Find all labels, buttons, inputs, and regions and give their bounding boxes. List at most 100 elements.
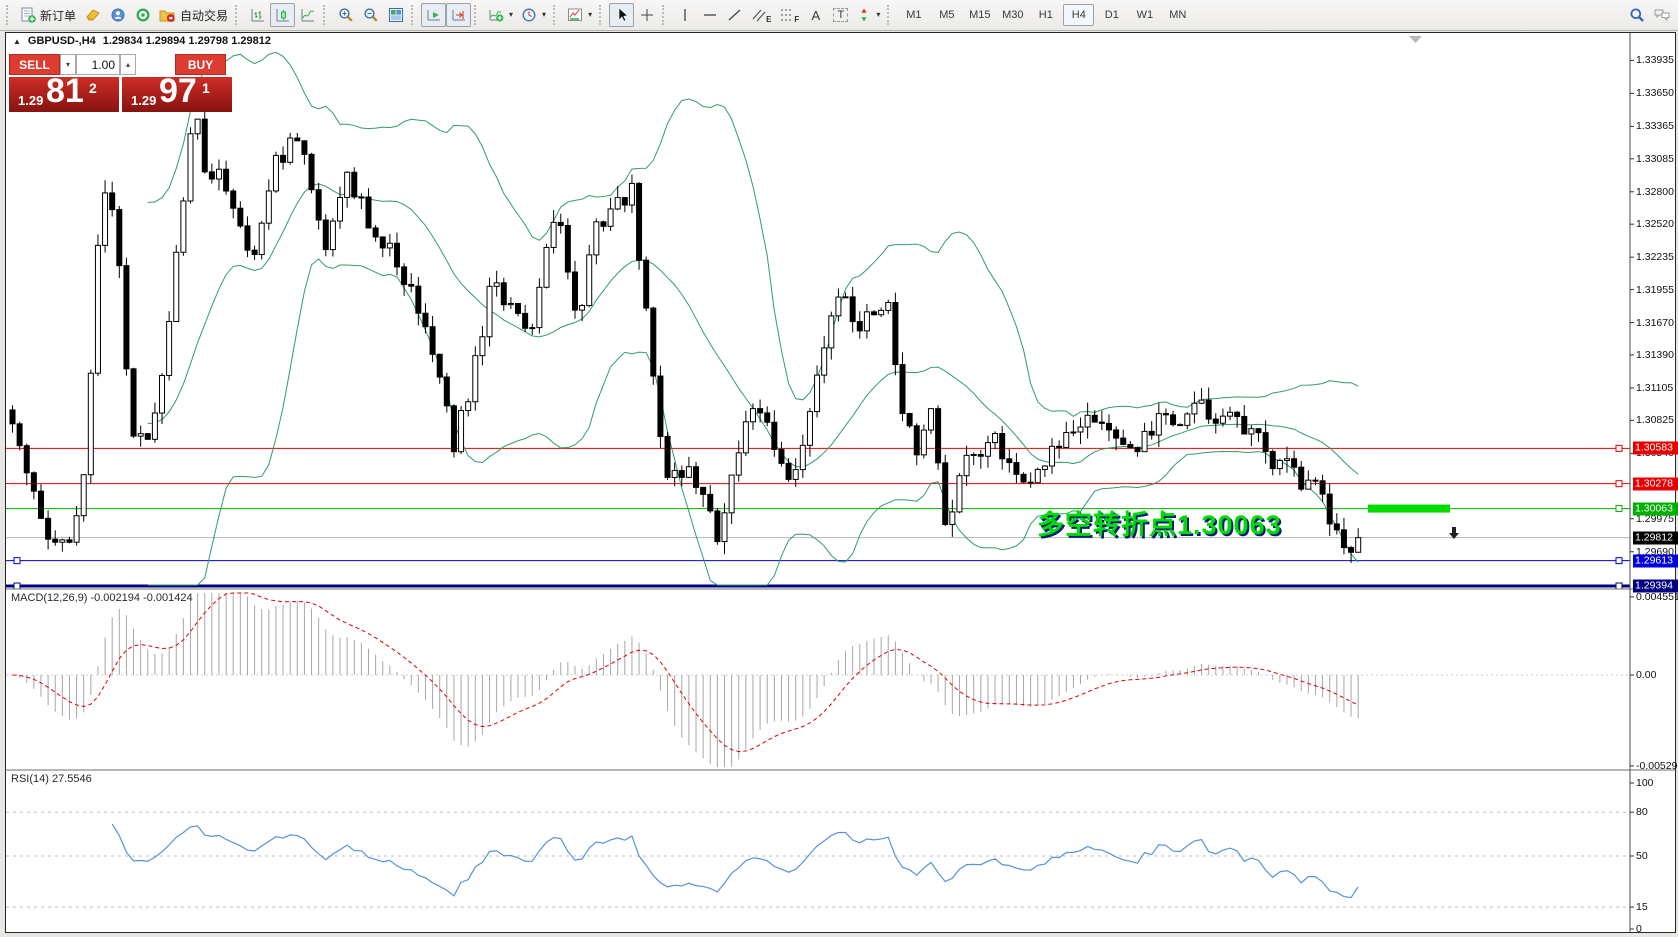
auto-scroll-icon xyxy=(426,7,442,23)
text-tool-button[interactable]: A xyxy=(803,3,828,27)
ohlc-values: 1.29834 1.29894 1.29798 1.29812 xyxy=(103,35,271,47)
line-chart-button[interactable] xyxy=(295,3,320,27)
horizontal-line-tool-button[interactable] xyxy=(697,3,722,27)
price-axis-tick: 1.31955 xyxy=(1636,284,1678,296)
periods-button[interactable]: ▾ xyxy=(517,3,550,27)
timeframe-M30[interactable]: M30 xyxy=(997,4,1028,26)
new-order-icon xyxy=(20,7,36,23)
label-tool-button[interactable]: T xyxy=(828,3,853,27)
toolbar-grip xyxy=(553,5,559,25)
buy-price-main: 97 xyxy=(159,77,197,111)
timeframe-M15[interactable]: M15 xyxy=(964,4,995,26)
price-axis-tick: 1.31670 xyxy=(1636,317,1678,329)
price-axis-tick: 1.32520 xyxy=(1636,218,1678,230)
price-axis-tag: 1.30278 xyxy=(1633,477,1678,490)
bar-chart-icon xyxy=(250,7,266,23)
rsi-indicator-label: RSI(14) 27.5546 xyxy=(11,773,92,785)
navigator-button[interactable] xyxy=(105,3,130,27)
timeframe-W1[interactable]: W1 xyxy=(1129,4,1160,26)
autotrading-icon xyxy=(159,7,176,23)
toolbar-grip xyxy=(474,5,480,25)
price-axis-tick: 0.00 xyxy=(1636,669,1678,681)
search-button[interactable] xyxy=(1624,3,1649,27)
volume-increase-button[interactable]: ▴ xyxy=(120,54,136,75)
tile-windows-button[interactable] xyxy=(383,3,408,27)
toolbar-grip xyxy=(411,5,417,25)
buy-button[interactable]: BUY xyxy=(175,54,226,75)
vertical-line-tool-button[interactable] xyxy=(672,3,697,27)
new-order-label: 新订单 xyxy=(40,7,76,24)
price-axis-tick: 1.33365 xyxy=(1636,120,1678,132)
sell-price-pip: 2 xyxy=(89,80,97,96)
search-icon xyxy=(1629,7,1645,23)
dropdown-caret-icon: ▾ xyxy=(588,11,592,19)
auto-scroll-button[interactable] xyxy=(421,3,446,27)
indicators-button[interactable]: ▾ xyxy=(484,3,517,27)
candlestick-chart-icon xyxy=(275,7,291,23)
channel-tool-button[interactable]: E xyxy=(747,3,775,27)
signals-button[interactable] xyxy=(130,3,155,27)
sell-price-main: 81 xyxy=(46,77,84,111)
collapse-chart-icon[interactable]: ▲ xyxy=(13,37,21,46)
timeframe-M1[interactable]: M1 xyxy=(898,4,929,26)
chart-shift-button[interactable] xyxy=(446,3,471,27)
fibonacci-subscript: F xyxy=(794,16,799,26)
zoom-out-button[interactable] xyxy=(358,3,383,27)
autotrading-label: 自动交易 xyxy=(180,7,228,24)
zoom-in-button[interactable] xyxy=(333,3,358,27)
sell-button[interactable]: SELL xyxy=(9,54,60,75)
price-axis-tick: 15 xyxy=(1636,901,1678,913)
buy-price-prefix: 1.29 xyxy=(131,93,156,108)
templates-button[interactable]: ▾ xyxy=(563,3,596,27)
buy-price-display[interactable]: 1.29 97 1 xyxy=(122,77,232,112)
price-axis-tag: 1.30583 xyxy=(1633,442,1678,455)
fibonacci-tool-button[interactable]: F xyxy=(775,3,803,27)
macd-indicator-label: MACD(12,26,9) -0.002194 -0.001424 xyxy=(11,592,193,604)
crosshair-tool-button[interactable] xyxy=(634,3,659,27)
clock-icon xyxy=(521,7,537,23)
chat-icon xyxy=(1653,7,1671,23)
new-order-button[interactable]: 新订单 xyxy=(16,3,80,27)
volume-input[interactable] xyxy=(76,54,120,75)
cursor-icon xyxy=(614,7,630,23)
trendline-icon xyxy=(727,7,743,23)
cursor-tool-button[interactable] xyxy=(609,3,634,27)
arrows-icon xyxy=(857,7,871,23)
price-axis-tag: 1.29812 xyxy=(1633,531,1678,544)
arrows-tool-button[interactable]: ▾ xyxy=(853,3,884,27)
price-axis-tag: 1.30063 xyxy=(1633,502,1678,515)
timeframe-H1[interactable]: H1 xyxy=(1030,4,1061,26)
chat-button[interactable] xyxy=(1649,3,1675,27)
metaeditor-icon xyxy=(85,7,101,23)
buy-price-pip: 1 xyxy=(202,80,210,96)
price-axis-tick: 1.31105 xyxy=(1636,382,1678,394)
zoom-in-icon xyxy=(338,7,354,23)
zoom-out-icon xyxy=(363,7,379,23)
sell-price-display[interactable]: 1.29 81 2 xyxy=(9,77,119,112)
price-axis-tag: 1.29613 xyxy=(1633,554,1678,567)
metaeditor-button[interactable] xyxy=(80,3,105,27)
chart-shift-icon xyxy=(451,7,467,23)
volume-decrease-button[interactable]: ▾ xyxy=(60,54,76,75)
timeframe-H4[interactable]: H4 xyxy=(1063,4,1094,26)
chart-text-annotation[interactable]: 多空转折点1.30063 xyxy=(1037,503,1282,542)
label-tool-icon: T xyxy=(833,8,848,22)
trendline-tool-button[interactable] xyxy=(722,3,747,27)
navigator-icon xyxy=(110,7,126,23)
autotrading-button[interactable]: 自动交易 xyxy=(155,3,232,27)
crosshair-icon xyxy=(639,7,655,23)
candlestick-chart-button[interactable] xyxy=(270,3,295,27)
price-axis-tick: 80 xyxy=(1636,806,1678,818)
price-axis-tick: 1.31390 xyxy=(1636,349,1678,361)
toolbar-grip xyxy=(887,5,893,25)
price-axis-tick: 1.32800 xyxy=(1636,186,1678,198)
timeframe-D1[interactable]: D1 xyxy=(1096,4,1127,26)
timeframe-M5[interactable]: M5 xyxy=(931,4,962,26)
bar-chart-button[interactable] xyxy=(245,3,270,27)
one-click-trading-panel: SELL ▾ ▴ BUY 1.29 81 2 1.29 97 1 xyxy=(9,54,235,112)
signals-icon xyxy=(135,7,151,23)
sell-price-prefix: 1.29 xyxy=(18,93,43,108)
chart-canvas[interactable] xyxy=(6,33,1675,932)
toolbar-grip xyxy=(6,5,12,25)
timeframe-MN[interactable]: MN xyxy=(1162,4,1193,26)
